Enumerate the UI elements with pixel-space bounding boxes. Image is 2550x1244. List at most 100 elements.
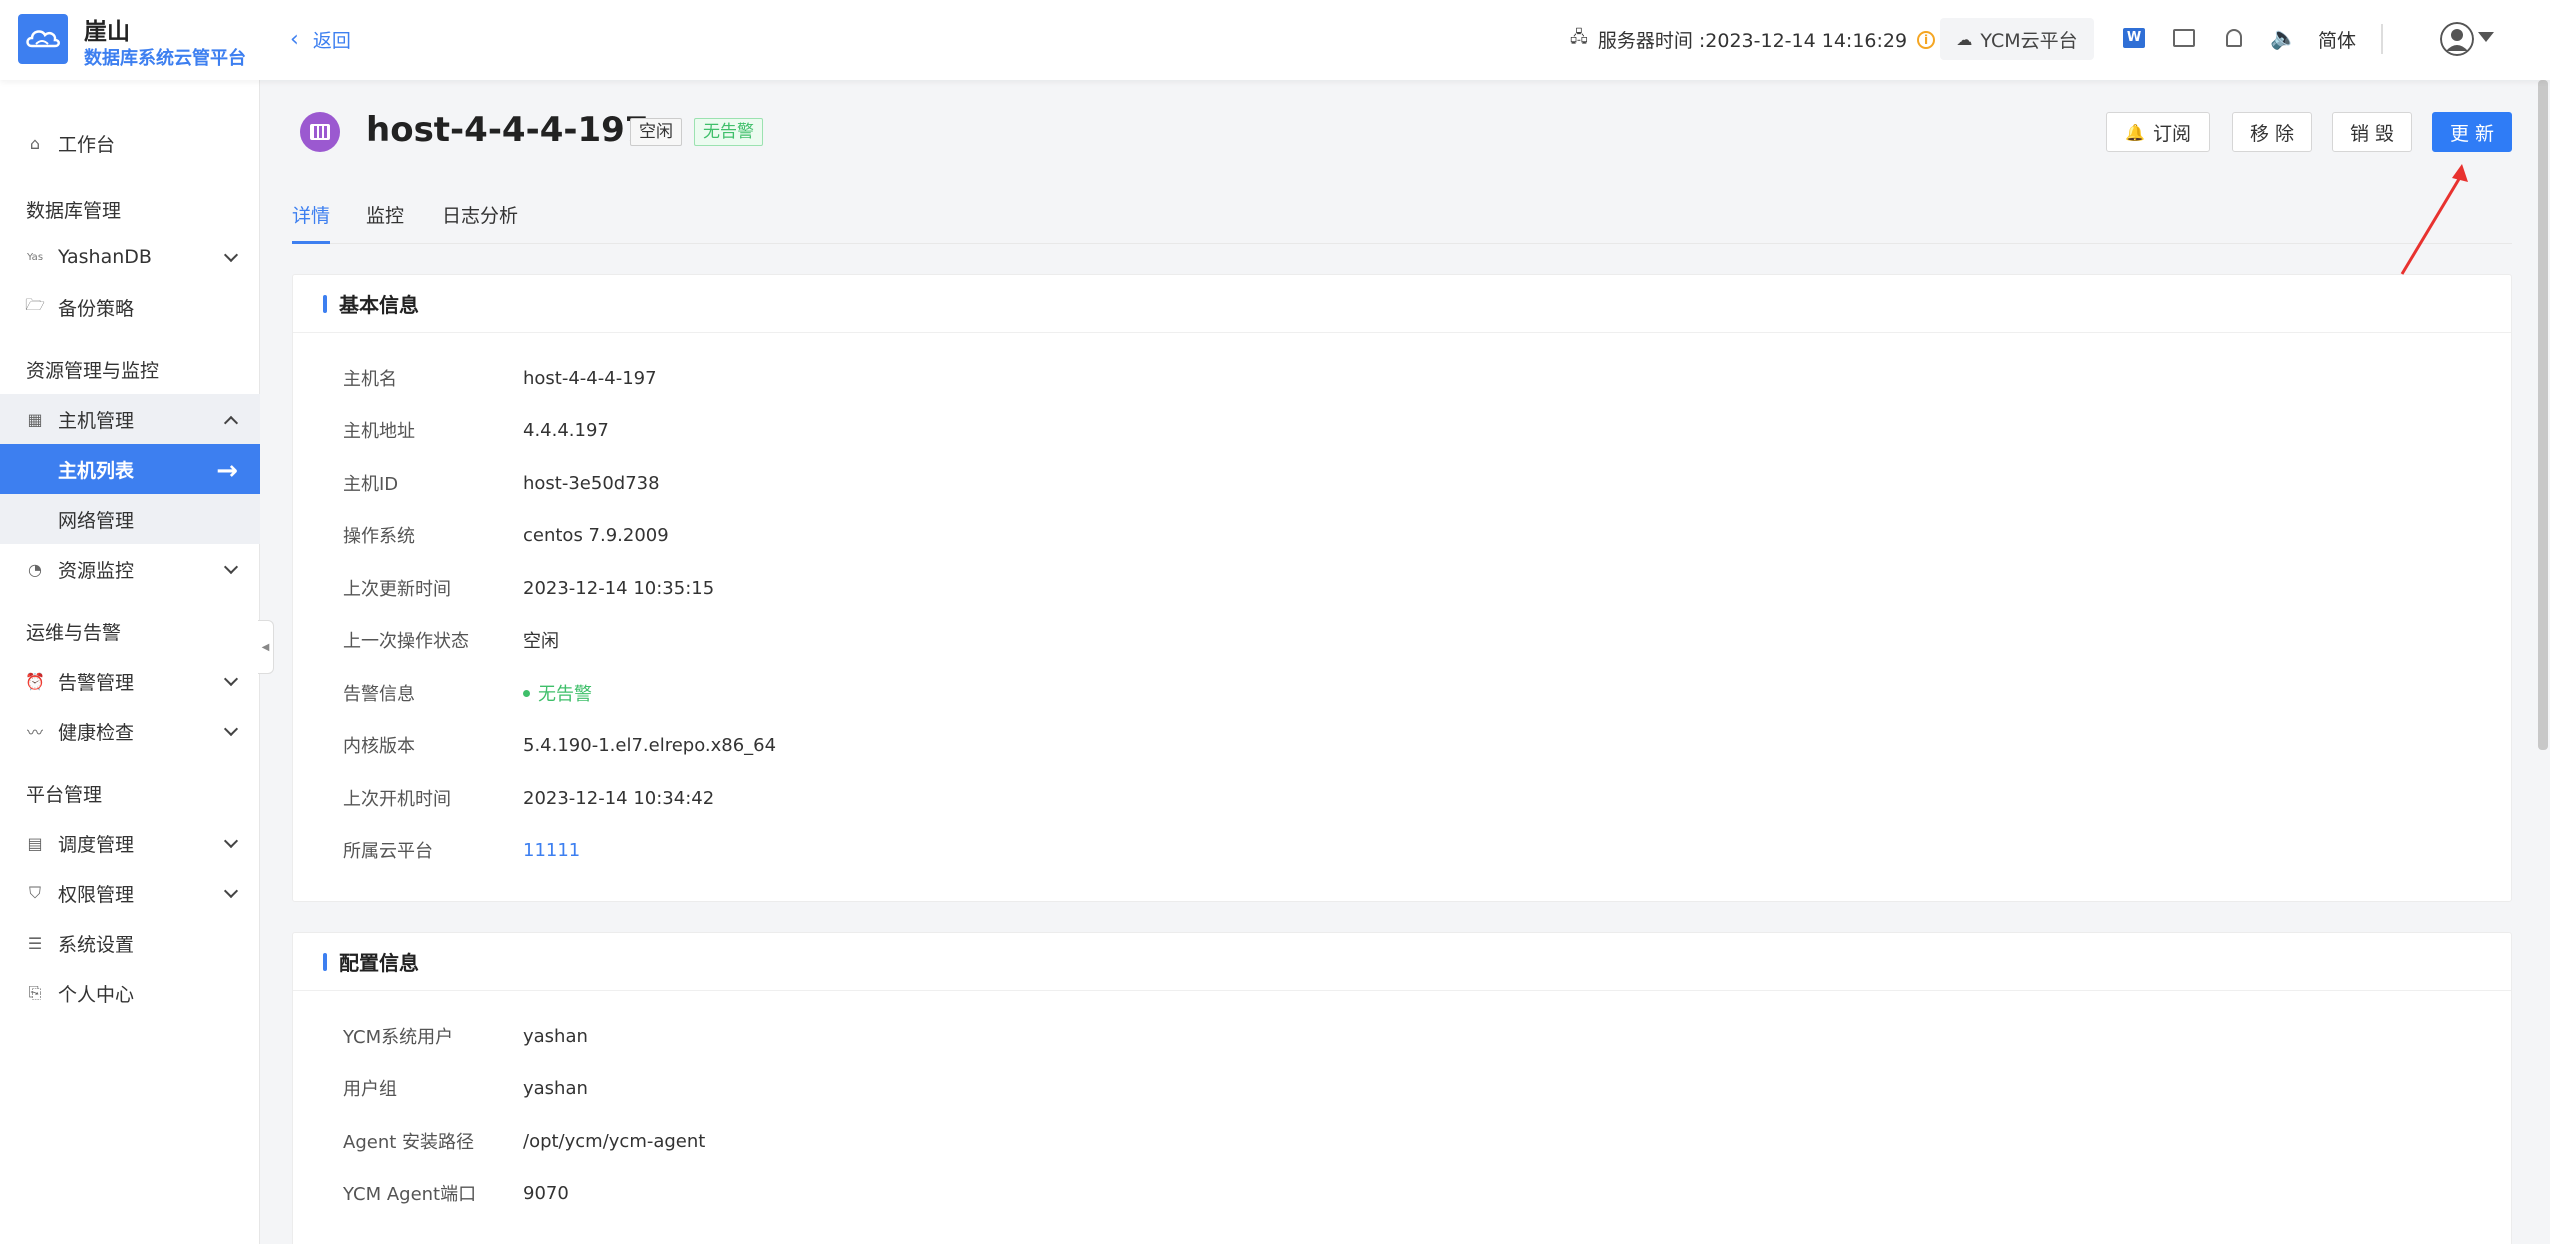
sidebar-item-alarm[interactable]: ⏰ 告警管理 — [0, 656, 260, 706]
row-label: 所属云平台 — [343, 841, 433, 862]
sidebar-group-db: 数据库管理 — [26, 200, 122, 222]
word-doc-icon[interactable]: W — [2120, 24, 2148, 52]
alarm-bell-icon[interactable] — [2220, 24, 2248, 52]
home-icon: ⌂ — [29, 133, 41, 153]
cloud-platform-button[interactable]: ☁ YCM云平台 — [1940, 18, 2094, 60]
config-info-title: 配置信息 — [339, 951, 419, 975]
row-value: 空闲 — [523, 631, 559, 652]
sidebar-item-settings[interactable]: ☰ 系统设置 — [0, 918, 260, 968]
row-label: 主机ID — [343, 474, 399, 495]
section-marker — [323, 294, 327, 313]
sidebar-item-yashandb[interactable]: Yas YashanDB — [0, 232, 260, 282]
sidebar-item-workbench[interactable]: ⌂ 工作台 — [0, 118, 260, 168]
server-time: 🖧 服务器时间 :2023-12-14 14:16:29 i — [1570, 26, 1936, 53]
sidebar: ⌂ 工作台 数据库管理 Yas YashanDB 🗁 备份策略 资源管理与监控 … — [0, 80, 260, 1244]
server-icon: 🖧 — [1570, 27, 1588, 46]
sidebar-item-backup[interactable]: 🗁 备份策略 — [0, 282, 260, 332]
sidebar-group-resource: 资源管理与监控 — [26, 360, 160, 382]
row-label: Agent 安装路径 — [343, 1132, 475, 1153]
basic-info-card: 基本信息 主机名 host-4-4-4-197 主机地址 4.4.4.197 主… — [292, 274, 2512, 902]
chevron-down-icon — [223, 833, 239, 849]
destroy-button[interactable]: 销 毁 — [2332, 112, 2412, 152]
sidebar-item-label: 工作台 — [58, 133, 116, 156]
sidebar-item-health[interactable]: 〰 健康检查 — [0, 706, 260, 756]
yashan-icon: Yas — [26, 251, 44, 263]
list-icon: ▤ — [27, 833, 43, 853]
speaker-icon[interactable]: 🔈 — [2270, 24, 2298, 52]
back-label: 返回 — [312, 30, 351, 52]
back-link[interactable]: ‹ 返回 — [290, 26, 351, 53]
tab-log-analysis[interactable]: 日志分析 — [442, 198, 518, 244]
row-label: 主机地址 — [343, 421, 415, 442]
sliders-icon: ☰ — [27, 933, 43, 953]
info-row-kernel: 内核版本 5.4.190-1.el7.elrepo.x86_64 — [343, 730, 776, 760]
row-label: YCM系统用户 — [343, 1027, 454, 1048]
sidebar-item-schedule[interactable]: ▤ 调度管理 — [0, 818, 260, 868]
inbox-icon[interactable] — [2170, 24, 2198, 52]
row-value: yashan — [523, 1025, 588, 1047]
sidebar-item-network[interactable]: 网络管理 — [0, 494, 260, 544]
sidebar-item-label: 调度管理 — [58, 833, 135, 856]
tab-monitor[interactable]: 监控 — [366, 198, 404, 244]
row-label: 上一次操作状态 — [343, 631, 469, 652]
info-row-address: 主机地址 4.4.4.197 — [343, 415, 609, 445]
cloud-logo-icon[interactable] — [18, 14, 68, 64]
info-row-last-boot: 上次开机时间 2023-12-14 10:34:42 — [343, 783, 714, 813]
config-row-user: YCM系统用户 yashan — [343, 1021, 588, 1051]
caret-down-icon[interactable] — [2478, 32, 2494, 42]
info-icon[interactable]: i — [1917, 30, 1936, 49]
remove-button[interactable]: 移 除 — [2232, 112, 2312, 152]
sidebar-item-label: 系统设置 — [58, 933, 135, 956]
server-time-text: 服务器时间 :2023-12-14 14:16:29 — [1597, 30, 1908, 52]
avatar[interactable] — [2440, 22, 2474, 56]
language-switch[interactable]: 简体 — [2318, 26, 2356, 53]
row-label: 告警信息 — [343, 684, 415, 705]
chevron-down-icon — [223, 721, 239, 737]
sidebar-item-label: 权限管理 — [58, 883, 135, 906]
tab-details[interactable]: 详情 — [292, 198, 331, 244]
status-dot-icon — [523, 689, 530, 697]
pulse-icon: 〰 — [26, 723, 43, 742]
sidebar-item-label: 备份策略 — [58, 297, 135, 320]
page-title: host-4-4-4-197 — [366, 110, 649, 150]
header-divider — [2381, 24, 2383, 54]
info-row-os: 操作系统 centos 7.9.2009 — [343, 520, 669, 550]
cloud-icon: ☁ — [1956, 29, 1973, 49]
chevron-down-icon — [223, 883, 239, 899]
sidebar-item-res-monitor[interactable]: ◔ 资源监控 — [0, 544, 260, 594]
sidebar-item-personal[interactable]: ⎘ 个人中心 — [0, 968, 260, 1018]
subscribe-button[interactable]: 🔔 订阅 — [2106, 112, 2210, 152]
row-label: YCM Agent端口 — [343, 1184, 477, 1205]
row-value: 2023-12-14 10:34:42 — [523, 787, 715, 809]
chevron-up-icon — [223, 415, 239, 431]
chevron-left-icon: ‹ — [290, 27, 299, 52]
cloud-platform-link[interactable]: 11111 — [523, 840, 580, 861]
row-label: 内核版本 — [343, 736, 415, 757]
brand-subtitle: 数据库系统云管平台 — [84, 48, 246, 69]
shield-icon: ⛉ — [28, 883, 41, 902]
main-content: host-4-4-4-197 空闲 无告警 🔔 订阅 移 除 销 毁 更 新 详… — [260, 80, 2550, 1244]
brand-name: 崖山 — [84, 19, 130, 45]
host-icon — [300, 112, 340, 152]
info-row-last-update: 上次更新时间 2023-12-14 10:35:15 — [343, 573, 714, 603]
update-button[interactable]: 更 新 — [2432, 112, 2512, 152]
row-label: 操作系统 — [343, 526, 415, 547]
sidebar-item-host-list[interactable]: 主机列表 → — [0, 444, 260, 494]
cloud-platform-label: YCM云平台 — [1980, 29, 2078, 52]
row-value: 2023-12-14 10:35:15 — [523, 577, 715, 599]
config-row-agent-path: Agent 安装路径 /opt/ycm/ycm-agent — [343, 1126, 705, 1156]
sidebar-item-label: 资源监控 — [58, 559, 135, 582]
folder-icon: 🗁 — [25, 294, 45, 314]
row-value: /opt/ycm/ycm-agent — [523, 1130, 706, 1152]
row-value: 9070 — [523, 1182, 569, 1204]
row-value: centos 7.9.2009 — [523, 524, 669, 546]
row-label: 上次开机时间 — [343, 789, 451, 810]
status-badge-no-alarm: 无告警 — [694, 118, 763, 146]
config-row-agent-port: YCM Agent端口 9070 — [343, 1178, 569, 1208]
table-icon: ▦ — [27, 409, 43, 429]
vertical-scrollbar[interactable] — [2538, 80, 2548, 750]
sidebar-item-host-mgmt[interactable]: ▦ 主机管理 — [0, 394, 260, 444]
row-label: 上次更新时间 — [343, 579, 451, 600]
sidebar-item-permission[interactable]: ⛉ 权限管理 — [0, 868, 260, 918]
config-info-card: 配置信息 YCM系统用户 yashan 用户组 yashan Agent 安装路… — [292, 932, 2512, 1244]
